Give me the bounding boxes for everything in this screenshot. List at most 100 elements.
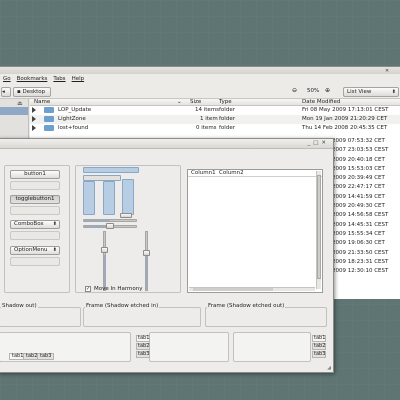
view-mode-value: List View (347, 89, 372, 95)
tab-left-2[interactable]: tab2 (136, 343, 150, 350)
tab-bottom-3[interactable]: tab3 (37, 353, 55, 360)
column-type[interactable]: Type (219, 99, 232, 105)
progress-bar-vertical-1 (83, 181, 95, 215)
file-size: 14 items (195, 107, 220, 113)
tree-column-1[interactable]: Column1 (191, 170, 216, 176)
tree-column-2[interactable]: Column2 (219, 170, 244, 176)
menu-tabs[interactable]: Tabs (53, 76, 65, 84)
optionmenu-value: OptionMenu (14, 247, 48, 253)
file-date: Thu 14 Feb 2008 20:45:35 CET (302, 125, 388, 131)
expander-icon[interactable] (32, 107, 36, 113)
scrollbar-thumb[interactable] (317, 175, 321, 279)
menu-bookmarks[interactable]: Bookmarks (17, 76, 48, 84)
file-row[interactable]: LightZone 1 item folder Mon 19 Jan 2009 … (30, 115, 400, 124)
date-cell: 2009 19:06:30 CET (332, 240, 385, 247)
date-cell: 2009 21:33:50 CEST (332, 249, 389, 256)
folder-icon (44, 125, 54, 131)
togglebutton1[interactable]: togglebutton1 (10, 195, 60, 204)
tree-vscrollbar[interactable] (316, 171, 321, 289)
window-controls: _□✕ (307, 140, 329, 146)
file-type: folder (219, 116, 235, 122)
demo-titlebar[interactable]: _□✕ (0, 139, 333, 149)
desktop-path-label: Desktop (22, 89, 46, 95)
scrollbar-thumb[interactable] (193, 288, 273, 291)
file-list-header: Name ⌄ Size Type Date Modified (30, 99, 400, 106)
zoom-level: 50% (307, 88, 320, 94)
file-name: lost+found (58, 125, 89, 131)
frame-shadow-etched-in (83, 307, 201, 327)
scale-knob[interactable] (120, 213, 132, 218)
date-cell: 2009 07:53:32 CET (332, 138, 385, 144)
hscale-fill (84, 220, 110, 221)
hscale-knob[interactable] (106, 223, 114, 229)
file-manager-titlebar[interactable]: ✕ (0, 67, 400, 74)
move-in-harmony-label: Move In Harmony (94, 286, 143, 292)
file-size: 1 item (200, 116, 218, 122)
resize-grip-icon[interactable]: ◢ (327, 365, 331, 371)
tab-left-3[interactable]: tab3 (136, 351, 150, 358)
eject-icon[interactable]: ⏏ (17, 100, 23, 107)
vscale-knob[interactable] (143, 250, 150, 256)
file-name: LOP_Update (58, 107, 92, 113)
date-cell: 2009 22:47:17 CET (332, 184, 385, 191)
zoom-out-icon[interactable]: ⊖ (292, 87, 297, 94)
vscale-fill (104, 255, 105, 290)
combobox[interactable]: ComboBox ⬍ (10, 220, 60, 229)
frame-etched-out-label: Frame (Shadow etched out) (207, 303, 286, 309)
file-row[interactable]: lost+found 0 items folder Thu 14 Feb 200… (30, 124, 400, 133)
frame-shadow-out (0, 307, 81, 327)
tab-right-2[interactable]: tab2 (312, 343, 326, 350)
tree-hscrollbar[interactable] (189, 287, 315, 291)
vscale-1[interactable] (103, 231, 106, 291)
tab-left-1[interactable]: tab1 (136, 335, 150, 342)
folder-icon (44, 116, 54, 122)
menu-go[interactable]: Go (3, 76, 11, 84)
button1[interactable]: button1 (10, 170, 60, 179)
date-cell: 2009 14:45:31 CEST (332, 221, 389, 228)
checkmark-icon: ✓ (86, 286, 91, 292)
hscale-1[interactable] (83, 219, 137, 222)
progress-bar-vertical-2 (103, 181, 115, 215)
date-cell: 2007 23:03:53 CEST (332, 147, 389, 154)
date-column-visible: 2009 07:53:32 CET 2007 23:03:53 CEST 200… (332, 138, 400, 277)
column-size[interactable]: Size (190, 99, 201, 105)
file-size: 0 items (196, 125, 217, 131)
date-cell: 2009 15:55:34 CET (332, 230, 385, 237)
vscale-knob[interactable] (101, 247, 108, 253)
tab-right-1[interactable]: tab1 (312, 335, 326, 342)
tree-view[interactable]: Column1 Column2 (187, 169, 323, 293)
optionmenu[interactable]: OptionMenu ⬍ (10, 246, 60, 255)
togglebutton-disabled (10, 206, 60, 215)
file-name: LightZone (58, 116, 86, 122)
desktop-path-button[interactable]: ▪ Desktop (13, 87, 51, 97)
tab-right-3[interactable]: tab3 (312, 351, 326, 358)
widget-demo-window: _□✕ button1 togglebutton1 ComboBox ⬍ Opt… (0, 138, 334, 373)
folder-icon: ▪ (17, 89, 21, 95)
progress-bar-top (83, 167, 139, 173)
view-mode-select[interactable]: List View ⬍ (343, 87, 399, 97)
expander-icon[interactable] (32, 116, 36, 122)
location-toolbar: ◂ ▪ Desktop ⊖ 50% ⊕ List View ⬍ (0, 85, 400, 99)
move-in-harmony-checkbox[interactable]: ✓ (85, 286, 91, 292)
file-type: folder (219, 125, 235, 131)
file-type: folder (219, 107, 235, 113)
vscale-2[interactable] (145, 231, 148, 291)
menu-help[interactable]: Help (72, 76, 85, 84)
close-icon[interactable]: ✕ (385, 68, 389, 74)
expander-icon[interactable] (32, 125, 36, 131)
folder-icon (44, 107, 54, 113)
frame-shadow-etched-out (205, 307, 327, 327)
button1-disabled (10, 181, 60, 190)
sidebar-selected-item[interactable] (0, 107, 28, 115)
date-cell: 2009 15:53:03 CET (332, 165, 385, 172)
notebook-right-tabs (233, 332, 311, 362)
column-name[interactable]: Name (34, 99, 50, 105)
zoom-in-icon[interactable]: ⊕ (325, 87, 330, 94)
chevron-down-icon: ⬍ (52, 247, 57, 253)
date-cell: 2009 12:30:10 CEST (332, 268, 389, 275)
column-date[interactable]: Date Modified (302, 99, 340, 105)
chevron-left-icon: ◂ (2, 89, 5, 95)
close-icon[interactable]: ✕ (321, 140, 329, 146)
location-prev-button[interactable]: ◂ (1, 87, 11, 97)
file-row[interactable]: LOP_Update 14 items folder Fri 08 May 20… (30, 106, 400, 115)
